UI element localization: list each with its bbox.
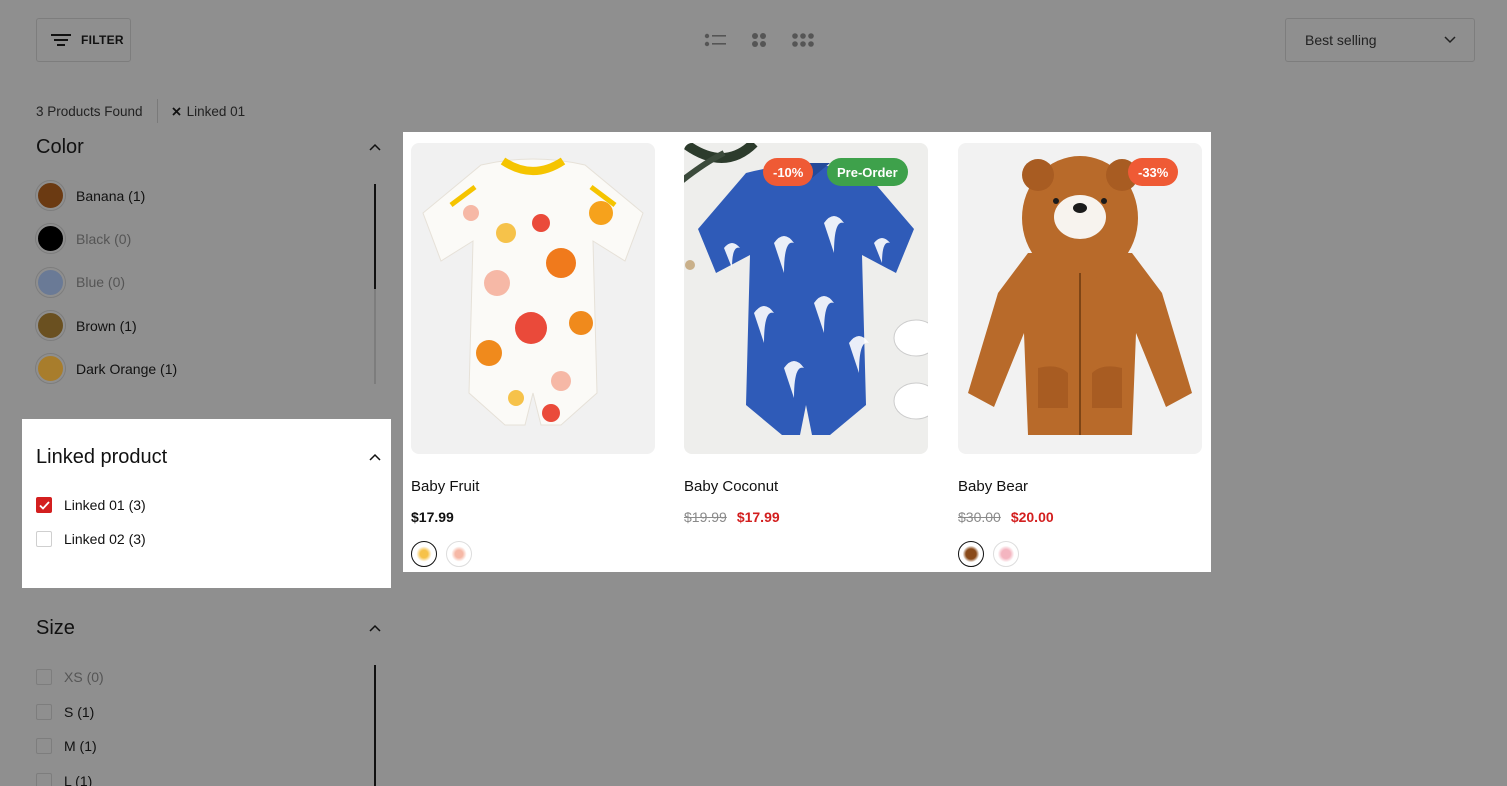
color-option-banana[interactable]: Banana (1) (36, 174, 356, 217)
product-sale-price: $17.99 (736, 509, 780, 525)
bear-hoodie-image (958, 143, 1202, 454)
pre-order-badge: Pre-Order (827, 158, 908, 186)
color-swatch (36, 181, 65, 211)
checkbox[interactable] (36, 738, 52, 755)
linked-01-option[interactable]: Linked 01 (3) (36, 497, 146, 513)
color-option-label: Blue (0) (76, 274, 126, 291)
variant-swatch[interactable] (958, 541, 984, 567)
checkbox[interactable] (36, 772, 52, 786)
variant-swatch[interactable] (411, 541, 437, 567)
divider (156, 99, 158, 123)
size-filter-title[interactable]: Size (36, 617, 75, 640)
linked-02-option[interactable]: Linked 02 (3) (36, 531, 146, 547)
active-filter-label: Linked 01 (186, 103, 246, 119)
filter-button[interactable]: FILTER (36, 18, 131, 62)
close-icon[interactable] (171, 106, 181, 116)
product-sale-price: $20.00 (1010, 509, 1054, 525)
linked-product-filter: Linked product Linked 01 (3) Linked 02 (… (22, 419, 391, 588)
size-option-label: M (1) (64, 738, 97, 755)
color-filter-title[interactable]: Color (36, 136, 84, 159)
color-option-black[interactable]: Black (0) (36, 217, 356, 260)
discount-badge: -10% (763, 158, 814, 186)
view-switcher (704, 30, 814, 50)
product-card[interactable]: -33% Baby Bear $30.00 $20.00 (958, 143, 1202, 567)
product-old-price: $19.99 (684, 509, 727, 525)
list-view-button[interactable] (704, 30, 726, 50)
discount-badge: -33% (1128, 158, 1179, 186)
color-option-label: Dark Orange (1) (76, 360, 178, 377)
grid-3-icon (792, 33, 814, 47)
chevron-up-icon[interactable] (368, 140, 382, 154)
grid-3-view-button[interactable] (792, 30, 814, 50)
products-found-count: 3 Products Found (36, 103, 143, 119)
product-price: $17.99 (411, 509, 454, 525)
chevron-up-icon[interactable] (368, 621, 382, 635)
product-prices: $30.00 $20.00 (958, 509, 1202, 525)
product-old-price: $30.00 (958, 509, 1001, 525)
product-name[interactable]: Baby Coconut (684, 478, 928, 495)
variant-swatches (958, 541, 1202, 567)
grid-2-icon (752, 33, 766, 47)
linked-option-label: Linked 01 (3) (64, 497, 146, 513)
color-option-label: Brown (1) (76, 317, 137, 334)
product-name[interactable]: Baby Bear (958, 478, 1202, 495)
color-option-brown[interactable]: Brown (1) (36, 304, 356, 347)
color-option-label: Banana (1) (76, 187, 146, 204)
product-prices: $17.99 (411, 509, 655, 525)
color-swatch (36, 224, 65, 254)
linked-product-title[interactable]: Linked product (36, 446, 167, 469)
size-option-label: L (1) (64, 772, 93, 786)
variant-swatches (411, 541, 655, 567)
filter-button-label: FILTER (81, 33, 124, 47)
fruit-romper-image (411, 143, 655, 454)
linked-option-label: Linked 02 (3) (64, 531, 146, 547)
results-bar: 3 Products Found Linked 01 (36, 98, 245, 124)
size-list-scrollbar-thumb[interactable] (374, 665, 376, 786)
color-option-blue[interactable]: Blue (0) (36, 261, 356, 304)
grid-2-view-button[interactable] (748, 30, 770, 50)
color-filter-list: Banana (1) Black (0) Blue (0) Brown (1) … (36, 174, 356, 390)
checkbox[interactable] (36, 669, 52, 686)
size-filter-list: XS (0) S (1) M (1) L (1) (36, 660, 356, 786)
size-option-l[interactable]: L (1) (36, 764, 356, 786)
color-option-dark-orange[interactable]: Dark Orange (1) (36, 347, 356, 390)
color-swatch (36, 267, 65, 297)
variant-swatch[interactable] (993, 541, 1019, 567)
chevron-down-icon (1444, 36, 1456, 44)
size-option-label: S (1) (64, 703, 95, 720)
product-image[interactable] (411, 143, 655, 454)
checkbox[interactable] (36, 531, 52, 547)
checkmark-icon (38, 500, 50, 510)
size-option-m[interactable]: M (1) (36, 729, 356, 764)
size-option-s[interactable]: S (1) (36, 695, 356, 730)
product-card[interactable]: -10% Pre-Order Baby Coconut $19.99 $17.9… (684, 143, 928, 525)
product-card[interactable]: Baby Fruit $17.99 (411, 143, 655, 567)
color-list-scrollbar-thumb[interactable] (374, 184, 376, 289)
product-grid: Baby Fruit $17.99 -10% Pre-Order Baby Co… (403, 132, 1211, 572)
chevron-up-icon[interactable] (368, 450, 382, 464)
variant-swatch[interactable] (446, 541, 472, 567)
size-option-xs[interactable]: XS (0) (36, 660, 356, 695)
color-swatch (36, 354, 65, 384)
size-option-label: XS (0) (64, 669, 104, 686)
checkbox-checked[interactable] (36, 497, 52, 513)
coconut-romper-image (684, 143, 928, 454)
product-image[interactable]: -33% (958, 143, 1202, 454)
checkbox[interactable] (36, 703, 52, 720)
active-filter-chip[interactable]: Linked 01 (171, 103, 246, 119)
sort-select[interactable]: Best selling (1285, 18, 1475, 62)
sort-selected-label: Best selling (1305, 32, 1377, 48)
color-swatch (36, 311, 65, 341)
color-option-label: Black (0) (76, 230, 132, 247)
product-prices: $19.99 $17.99 (684, 509, 928, 525)
filter-lines-icon (51, 34, 71, 46)
product-name[interactable]: Baby Fruit (411, 478, 655, 495)
list-view-icon (704, 33, 726, 47)
product-image[interactable]: -10% Pre-Order (684, 143, 928, 454)
